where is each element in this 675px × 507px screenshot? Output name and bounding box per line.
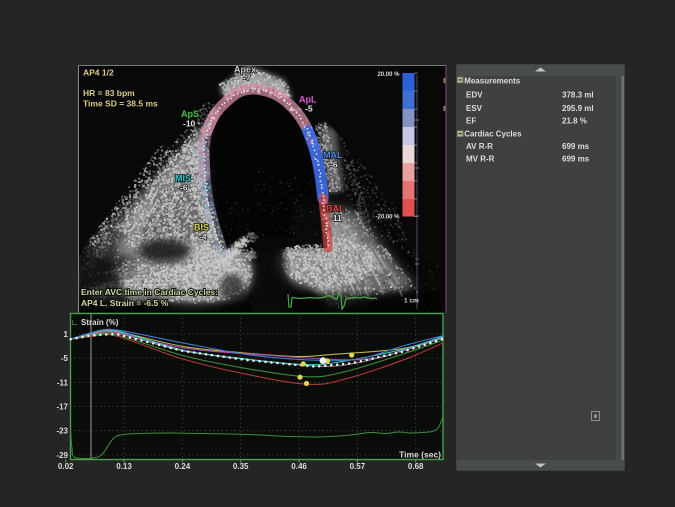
svg-text:Time SD = 38.5 ms: Time SD = 38.5 ms	[83, 99, 158, 109]
svg-text:ESV: ESV	[466, 104, 483, 113]
svg-text:MAL: MAL	[323, 150, 343, 160]
svg-text:378.3 ml: 378.3 ml	[562, 91, 594, 100]
svg-text:295.9 ml: 295.9 ml	[562, 104, 594, 113]
svg-text:0.02: 0.02	[58, 462, 74, 471]
svg-text:MV R-R: MV R-R	[466, 155, 495, 164]
svg-text:699 ms: 699 ms	[562, 142, 590, 151]
svg-text:0.35: 0.35	[233, 462, 249, 471]
svg-text:0.68: 0.68	[408, 462, 424, 471]
svg-text:-5: -5	[61, 354, 69, 363]
svg-text:ApS: ApS	[181, 109, 199, 119]
svg-text:Enter AVC time in Cardiac Cycl: Enter AVC time in Cardiac Cycles:	[81, 287, 218, 297]
svg-text:0.46: 0.46	[291, 462, 307, 471]
svg-text:Cardiac Cycles: Cardiac Cycles	[464, 130, 522, 139]
svg-text:20.00 %: 20.00 %	[377, 72, 400, 78]
svg-text:-23: -23	[56, 427, 68, 436]
svg-text:699 ms: 699 ms	[562, 155, 590, 164]
svg-text:-5: -5	[305, 104, 313, 114]
svg-text:21.8 %: 21.8 %	[562, 117, 587, 126]
svg-text:-20.00 %: -20.00 %	[375, 215, 400, 221]
svg-text:AV R-R: AV R-R	[466, 142, 493, 151]
svg-text:∟ Strain (%): ∟ Strain (%)	[71, 318, 119, 327]
svg-text:-7: -7	[243, 73, 251, 83]
svg-text:-6: -6	[180, 183, 188, 193]
svg-text:Measurements: Measurements	[464, 76, 521, 85]
svg-text:Time (sec): Time (sec)	[399, 450, 441, 460]
svg-text:HR = 83 bpm: HR = 83 bpm	[83, 88, 135, 98]
svg-text:0.57: 0.57	[350, 462, 366, 471]
svg-text:-17: -17	[56, 403, 68, 412]
svg-text:1: 1	[64, 330, 69, 339]
svg-text:AP4 1/2: AP4 1/2	[83, 68, 114, 78]
svg-text:0.13: 0.13	[116, 462, 132, 471]
svg-text:-29: -29	[56, 451, 68, 460]
svg-text:EF: EF	[466, 117, 476, 126]
svg-text:1 cm: 1 cm	[404, 298, 419, 305]
svg-text:-6: -6	[330, 160, 338, 170]
svg-text:-10: -10	[183, 119, 196, 129]
svg-text:-11: -11	[330, 213, 342, 223]
svg-text:-4: -4	[199, 232, 207, 242]
svg-text:AP4 L. Strain = -6.5 %: AP4 L. Strain = -6.5 %	[81, 298, 169, 308]
svg-text:0.24: 0.24	[175, 462, 191, 471]
svg-text:EDV: EDV	[466, 91, 483, 100]
svg-text:-11: -11	[57, 378, 69, 387]
svg-text:BAL: BAL	[326, 204, 345, 214]
